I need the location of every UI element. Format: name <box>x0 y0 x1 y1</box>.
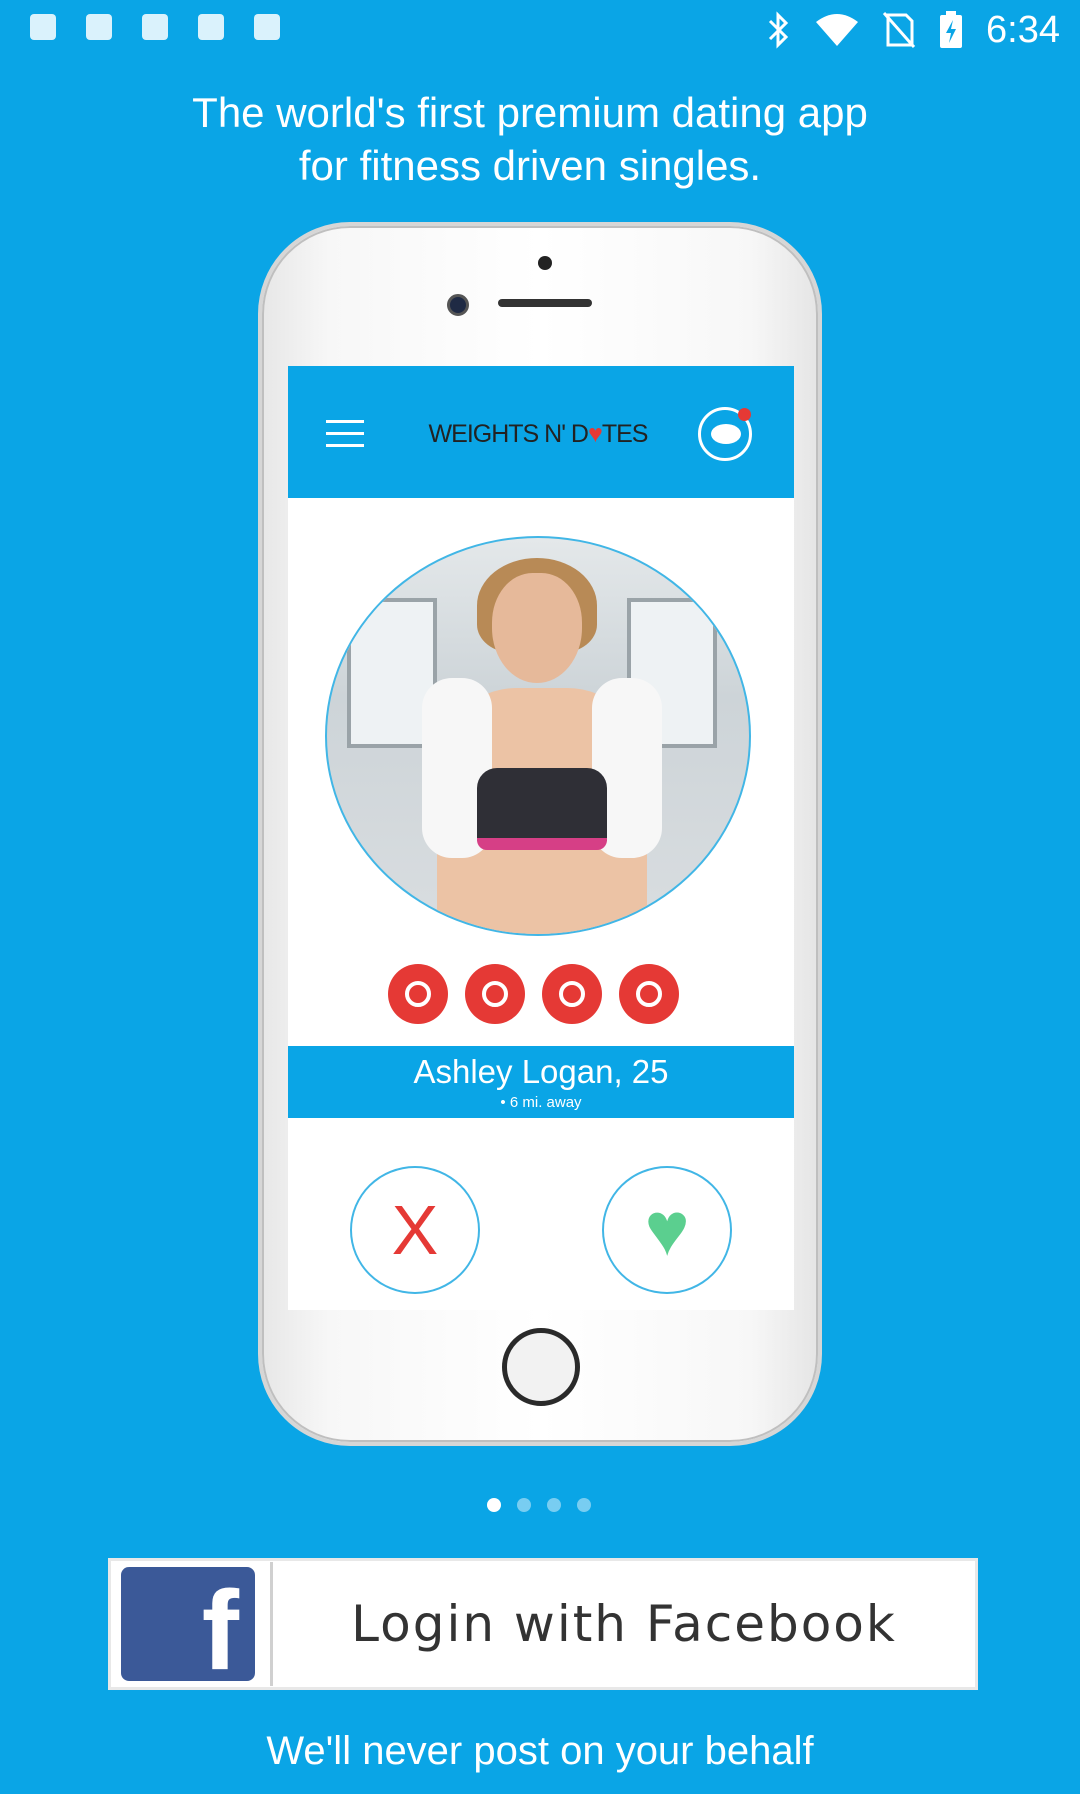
like-button-mockup: ♥ <box>602 1166 732 1294</box>
profile-photo <box>325 536 751 936</box>
reject-button-mockup: X <box>350 1166 480 1294</box>
notification-icons <box>30 14 280 40</box>
brand-text-part1: WEIGHTS N' D <box>428 420 589 448</box>
page-dot-1[interactable] <box>487 1498 501 1512</box>
headline-text: The world's first premium dating app for… <box>192 89 868 189</box>
bluetooth-icon <box>768 11 789 49</box>
notification-icon <box>30 14 56 40</box>
login-with-facebook-button[interactable]: f Login with Facebook <box>108 1558 978 1690</box>
hamburger-menu-icon <box>326 420 364 448</box>
facebook-button-label: Login with Facebook <box>351 1595 897 1653</box>
lock-icon <box>254 14 280 40</box>
brand-text-part2: TES <box>601 420 649 448</box>
wifi-icon <box>816 14 859 46</box>
photo-icon <box>86 14 112 40</box>
flexed-arm-icon <box>542 964 602 1024</box>
page-dot-2[interactable] <box>517 1498 531 1512</box>
phone-speaker <box>498 299 592 307</box>
download-icon <box>198 14 224 40</box>
page-indicator[interactable] <box>487 1498 591 1512</box>
kettlebell-icon <box>465 964 525 1024</box>
page-dot-3[interactable] <box>547 1498 561 1512</box>
status-bar: 6:34 <box>0 0 1080 58</box>
battery-charging-icon <box>940 11 963 48</box>
no-sim-icon <box>882 12 916 48</box>
phone-camera <box>447 294 469 316</box>
notification-dot <box>738 408 751 421</box>
yin-yang-icon <box>619 964 679 1024</box>
x-icon: X <box>391 1191 439 1269</box>
profile-name-bar: Ashley Logan, 25 • 6 mi. away <box>288 1046 794 1118</box>
mockup-screen: WEIGHTS N' D♥TES Ashley Logan, 25 • 6 mi… <box>288 366 794 1310</box>
phone-sensor <box>538 256 552 270</box>
heart-icon: ♥ <box>644 1187 690 1272</box>
facebook-logo-letter: f <box>201 1568 239 1693</box>
sync-icon <box>142 14 168 40</box>
clock: 6:34 <box>986 9 1060 51</box>
page-dot-4[interactable] <box>577 1498 591 1512</box>
person-face <box>492 573 582 683</box>
phone-home-button <box>502 1328 580 1406</box>
interest-icons <box>388 964 679 1024</box>
phone-mockup-image: WEIGHTS N' D♥TES Ashley Logan, 25 • 6 mi… <box>258 222 822 1446</box>
mockup-app-header: WEIGHTS N' D♥TES <box>288 366 794 498</box>
chat-icon <box>698 407 752 461</box>
brand-logo: WEIGHTS N' D♥TES <box>388 420 688 449</box>
privacy-note: We'll never post on your behalf <box>266 1729 814 1773</box>
location-pin-icon: • <box>500 1094 506 1111</box>
facebook-icon: f <box>121 1567 255 1687</box>
profile-name: Ashley Logan, 25 <box>413 1053 669 1090</box>
distance-text: 6 mi. away <box>509 1094 582 1111</box>
heart-icon: ♥ <box>587 420 603 448</box>
system-icons: 6:34 <box>766 8 1060 52</box>
profile-distance: • 6 mi. away <box>288 1094 794 1112</box>
sports-top <box>477 768 607 850</box>
heart-icon <box>388 964 448 1024</box>
